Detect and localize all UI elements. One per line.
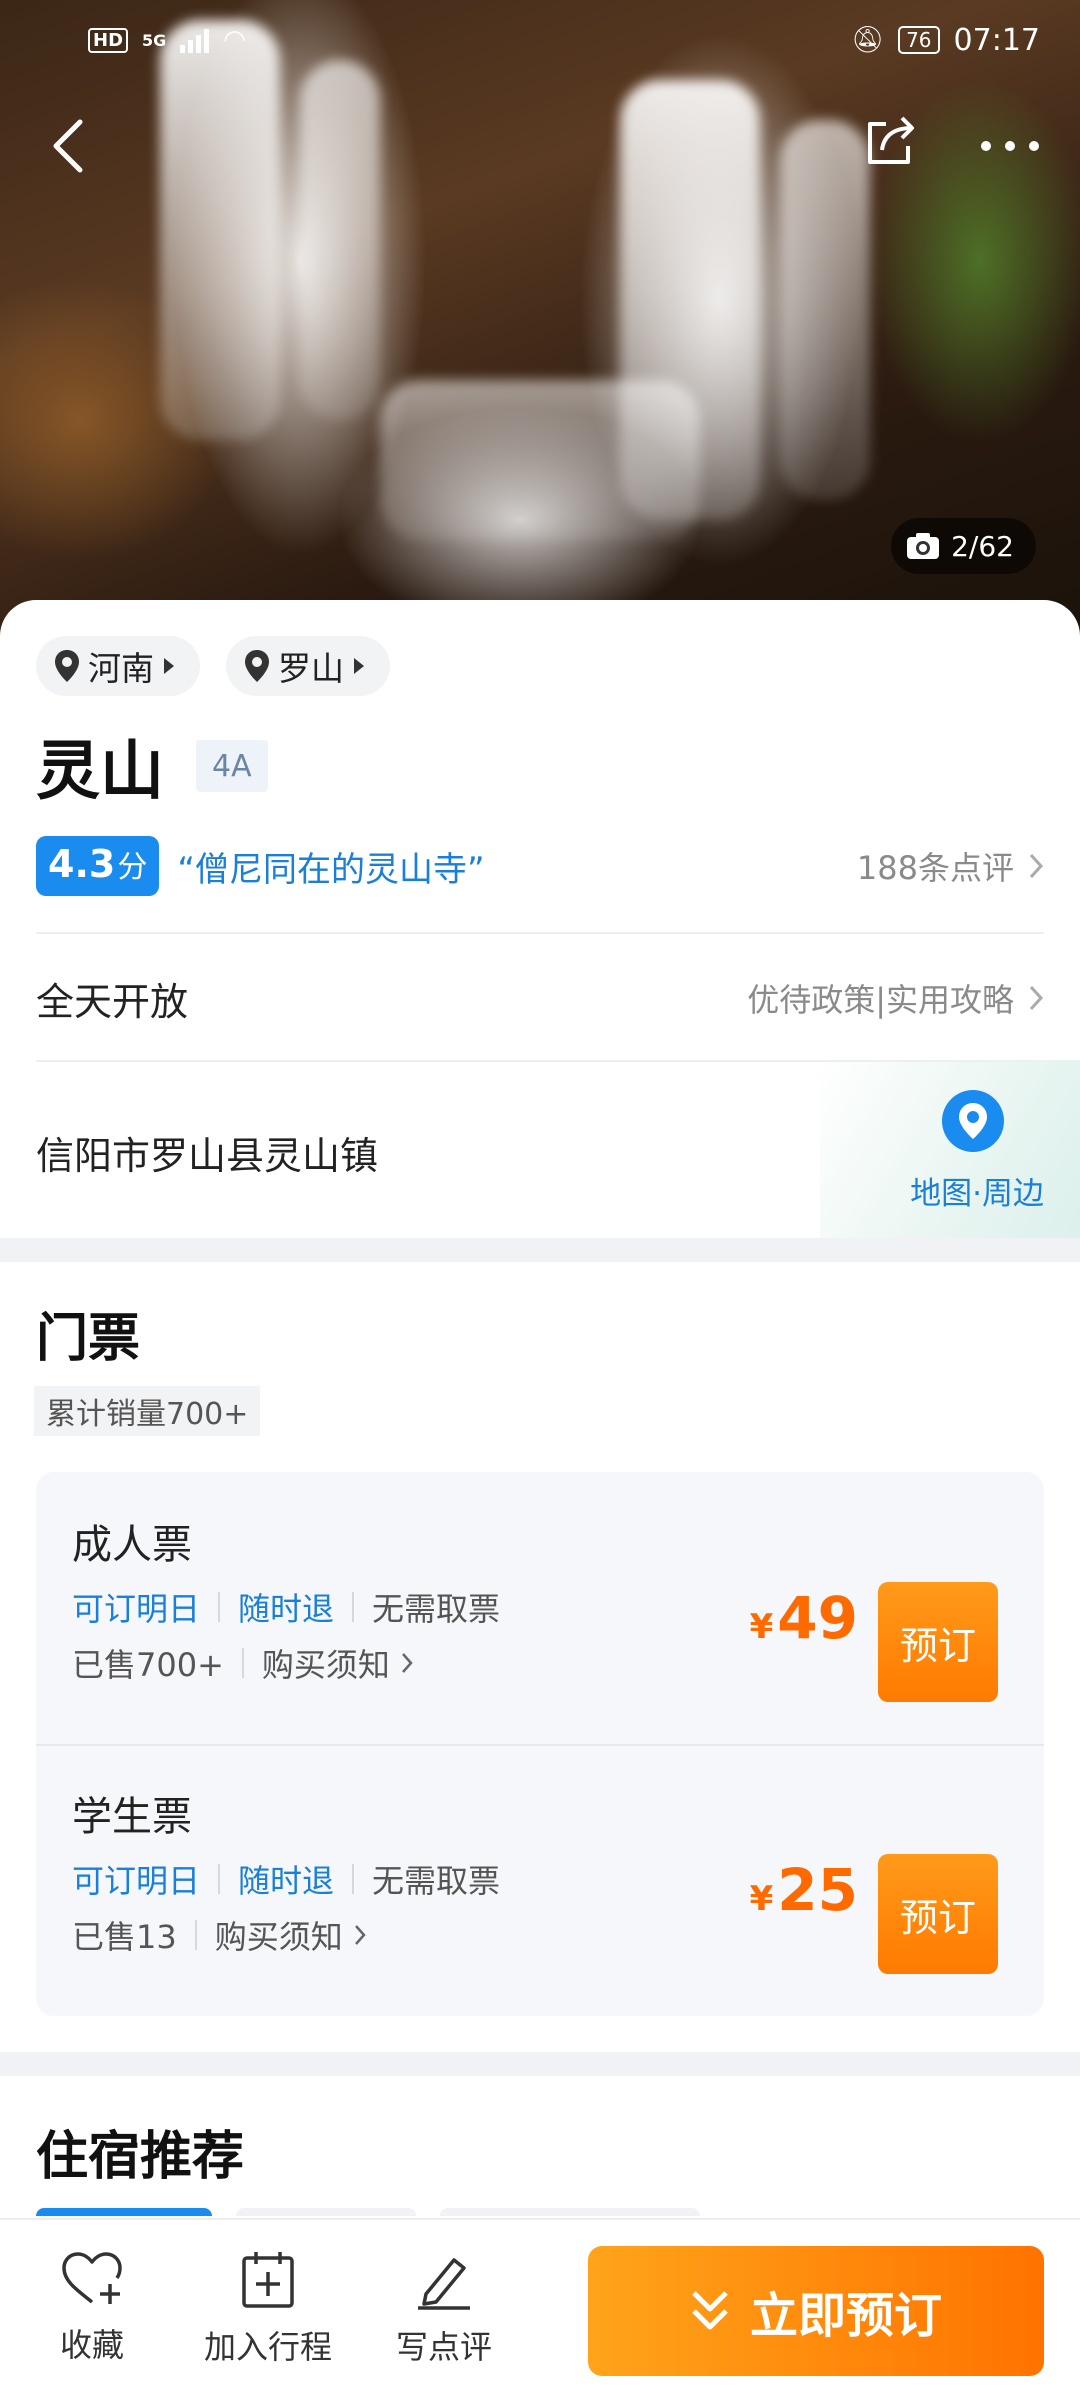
- double-chevron-down-icon: [692, 2291, 728, 2330]
- ticket-item-student[interactable]: 学生票 可订明日 随时退 无需取票 已售13 购买须知 ¥ 25 预订: [36, 1744, 1044, 2016]
- section-separator: [0, 2052, 1080, 2076]
- map-nearby-label[interactable]: 地图·周边: [910, 1168, 1044, 1213]
- mute-icon: 🔕︎: [851, 25, 885, 55]
- price-amount: 25: [777, 1856, 858, 1924]
- opening-hours-row[interactable]: 全天开放 优待政策|实用攻略: [36, 966, 1044, 1030]
- location-chip-province[interactable]: 河南: [36, 636, 200, 696]
- ticket-name: 学生票: [72, 1794, 192, 1840]
- location-chip-label: 罗山: [278, 649, 344, 688]
- ticket-price: ¥ 25: [750, 1856, 858, 1924]
- lodging-tab[interactable]: [36, 2208, 212, 2216]
- book-now-label: 立即预订: [749, 2288, 942, 2344]
- tag-refund-anytime: 随时退: [238, 1862, 335, 1900]
- ticket-item-adult[interactable]: 成人票 可订明日 随时退 无需取票 已售700+ 购买须知 ¥ 49 预订: [36, 1472, 1044, 1744]
- review-quote: “僧尼同在的灵山寺”: [177, 849, 485, 890]
- caret-right-icon: [164, 658, 174, 674]
- review-count: 188条点评: [856, 849, 1014, 887]
- more-icon: [981, 141, 1039, 151]
- tag-no-pickup: 无需取票: [372, 1590, 501, 1628]
- review-count-link[interactable]: 188条点评: [857, 843, 1044, 889]
- score-badge: 4.3 分: [36, 836, 160, 896]
- purchase-notice-label: 购买须知: [261, 1646, 390, 1684]
- map-pin-icon[interactable]: [942, 1090, 1004, 1152]
- tag-book-tomorrow: 可订明日: [72, 1590, 201, 1628]
- ticket-price: ¥ 49: [750, 1584, 858, 1652]
- purchase-notice-link[interactable]: 购买须知: [215, 1912, 367, 1958]
- tag-book-tomorrow: 可订明日: [72, 1862, 201, 1900]
- write-review-button[interactable]: 写点评: [396, 2250, 492, 2368]
- chevron-right-icon: [1029, 853, 1044, 879]
- tag-no-pickup: 无需取票: [372, 1862, 501, 1900]
- photo-counter-label: 2/62: [951, 529, 1014, 563]
- back-icon: [53, 119, 83, 173]
- bottom-action-bar: 收藏 加入行程 写点评 立即预订: [0, 2218, 1080, 2402]
- purchase-notice-label: 购买须知: [214, 1918, 343, 1956]
- policy-link[interactable]: 优待政策|实用攻略: [747, 975, 1044, 1021]
- policy-link-label: 优待政策|实用攻略: [747, 981, 1014, 1019]
- hd-indicator: HD: [88, 27, 129, 53]
- grade-badge: 4A: [196, 740, 268, 792]
- hero-photo[interactable]: HD 5G ◠ 🔕︎ 76 07:17 2/62: [0, 0, 1080, 640]
- total-sales-badge: 累计销量700+: [34, 1386, 261, 1436]
- pen-icon: [418, 2258, 470, 2310]
- location-pin-icon: [245, 650, 269, 682]
- currency-symbol: ¥: [749, 1607, 774, 1647]
- ticket-name: 成人票: [72, 1522, 192, 1568]
- book-button[interactable]: 预订: [878, 1854, 998, 1974]
- sold-count: 已售700+: [72, 1646, 224, 1684]
- chevron-right-icon: [1029, 985, 1044, 1011]
- favorite-label: 收藏: [60, 2326, 125, 2364]
- camera-icon: [907, 533, 940, 559]
- lodging-section-title: 住宿推荐: [36, 2127, 245, 2187]
- purchase-notice-link[interactable]: 购买须知: [262, 1640, 414, 1686]
- location-chip-label: 河南: [88, 649, 154, 688]
- location-pin-icon: [55, 650, 79, 682]
- location-chip-county[interactable]: 罗山: [226, 636, 390, 696]
- tickets-section-title: 门票: [36, 1309, 141, 1369]
- lodging-tabs: [36, 2208, 700, 2216]
- section-separator: [0, 1238, 1080, 1262]
- tag-refund-anytime: 随时退: [238, 1590, 335, 1628]
- rating-row[interactable]: 4.3 分 “僧尼同在的灵山寺” 188条点评: [36, 836, 1044, 896]
- signal-icon: [180, 27, 210, 53]
- share-button[interactable]: [850, 100, 930, 180]
- chevron-right-icon: [401, 1653, 413, 1673]
- score-value: 4.3: [48, 842, 116, 886]
- more-button[interactable]: [970, 106, 1050, 186]
- caret-right-icon: [354, 658, 364, 674]
- sold-count: 已售13: [72, 1918, 177, 1956]
- chevron-right-icon: [354, 1925, 366, 1945]
- network-type: 5G: [142, 30, 167, 50]
- add-itinerary-label: 加入行程: [204, 2328, 333, 2366]
- clock: 07:17: [953, 22, 1040, 58]
- share-icon: [868, 116, 914, 164]
- divider: [36, 932, 1044, 934]
- favorite-button[interactable]: 收藏: [60, 2250, 124, 2366]
- wifi-icon: ◠: [223, 25, 246, 55]
- currency-symbol: ¥: [749, 1879, 774, 1919]
- status-bar: HD 5G ◠ 🔕︎ 76 07:17: [0, 0, 1080, 80]
- lodging-tab[interactable]: [440, 2208, 700, 2216]
- opening-hours: 全天开放: [36, 979, 189, 1024]
- write-review-label: 写点评: [396, 2328, 493, 2366]
- back-button[interactable]: [28, 106, 108, 186]
- score-unit: 分: [117, 850, 148, 885]
- calendar-plus-icon: [242, 2252, 294, 2308]
- photo-counter[interactable]: 2/62: [891, 518, 1036, 574]
- price-amount: 49: [777, 1584, 858, 1652]
- ticket-list: 成人票 可订明日 随时退 无需取票 已售700+ 购买须知 ¥ 49 预订 学生…: [36, 1472, 1044, 2016]
- heart-plus-icon: [62, 2252, 122, 2304]
- battery-level: 76: [898, 26, 940, 54]
- attraction-title: 灵山: [36, 735, 164, 809]
- book-now-button[interactable]: 立即预订: [588, 2246, 1044, 2376]
- add-itinerary-button[interactable]: 加入行程: [204, 2250, 332, 2368]
- lodging-tab[interactable]: [236, 2208, 416, 2216]
- address: 信阳市罗山县灵山镇: [36, 1133, 379, 1178]
- book-button[interactable]: 预订: [878, 1582, 998, 1702]
